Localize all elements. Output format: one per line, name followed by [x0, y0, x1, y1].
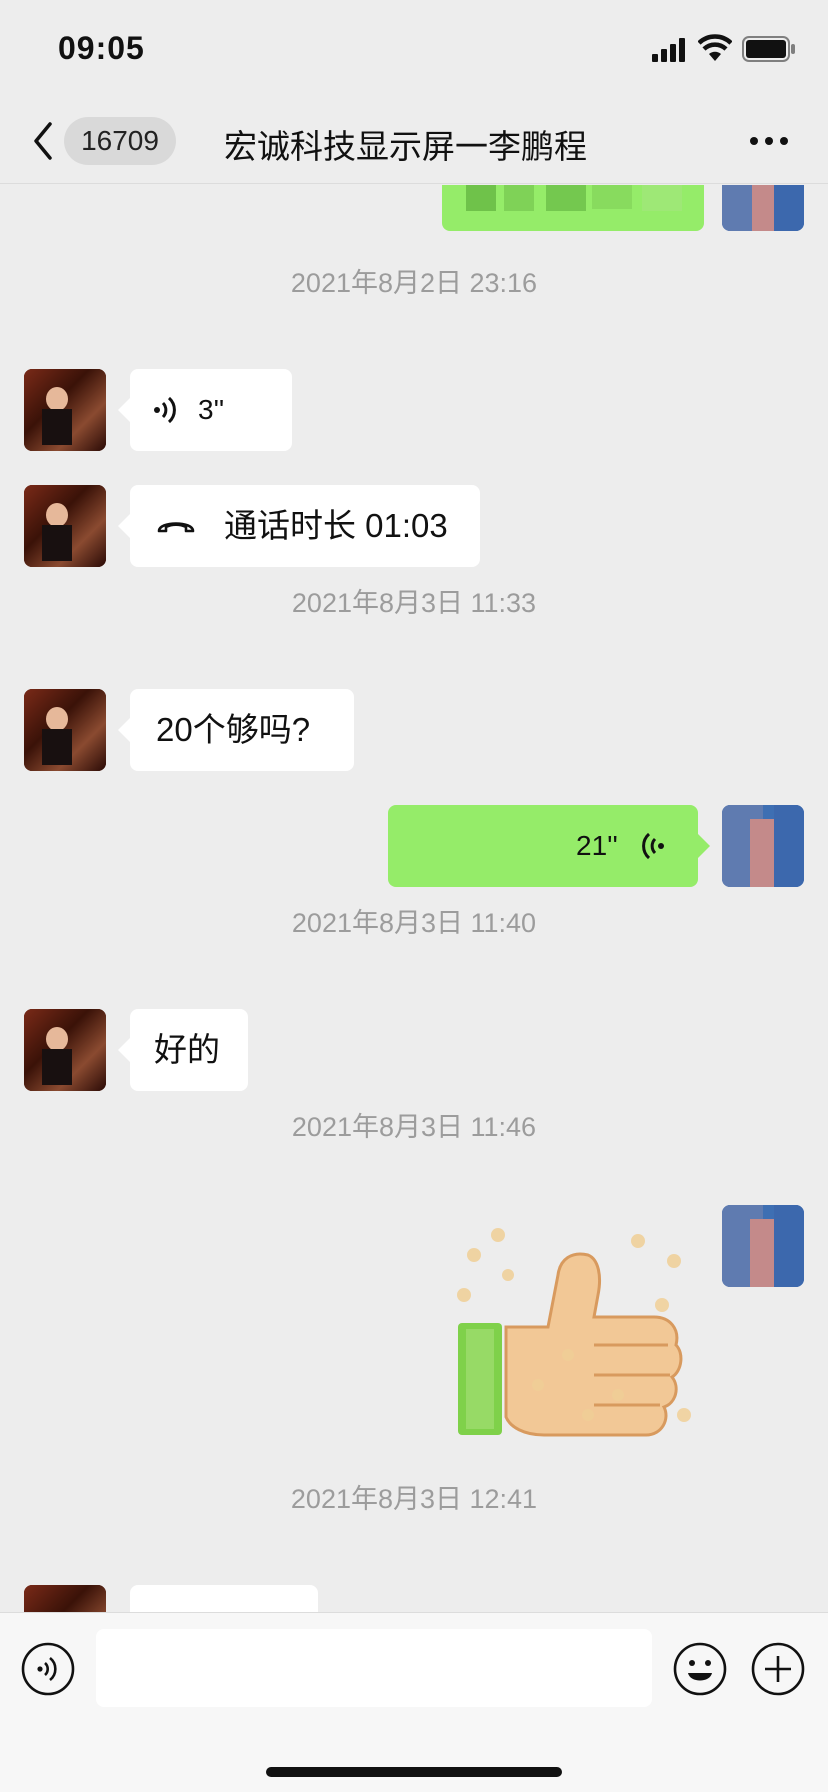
status-time: 09:05: [58, 30, 145, 66]
voice-wave-icon: [154, 396, 176, 424]
peer-avatar[interactable]: [24, 1585, 106, 1612]
thumbs-up-sticker[interactable]: [448, 1205, 708, 1455]
status-bar: 09:05: [0, 0, 828, 100]
back-chevron-icon[interactable]: [28, 118, 58, 164]
text-message[interactable]: 20个够吗?: [118, 689, 354, 771]
obscured-outgoing-message[interactable]: [442, 185, 704, 231]
chat-header: 16709 宏诚科技显示屏一李鹏程: [0, 100, 828, 184]
battery-icon: [742, 36, 795, 62]
input-bar: [0, 1612, 828, 1792]
self-avatar[interactable]: [722, 1205, 804, 1287]
emoji-icon[interactable]: [672, 1641, 728, 1697]
cellular-signal-icon: [652, 38, 685, 62]
unread-count-badge[interactable]: 16709: [64, 117, 176, 165]
wifi-icon: [698, 34, 732, 61]
voice-duration: 21'': [576, 830, 618, 861]
voice-duration: 3'': [198, 394, 225, 425]
phone-hangup-icon: [157, 522, 195, 533]
timestamp: 2021年8月3日 11:40: [291, 908, 537, 938]
timestamp: 2021年8月3日 12:41: [290, 1484, 538, 1514]
voice-message[interactable]: 21'': [388, 805, 710, 887]
more-options-icon[interactable]: [748, 128, 790, 154]
voice-input-toggle-icon[interactable]: [20, 1641, 76, 1697]
message-list[interactable]: 2021年8月2日 23:16 3'' 通话时长 01:03 2021年8月3日…: [0, 185, 828, 1612]
timestamp: 2021年8月3日 11:46: [291, 1112, 537, 1142]
timestamp: 2021年8月3日 11:33: [291, 588, 537, 618]
call-duration-text: 通话时长 01:03: [224, 507, 448, 544]
peer-avatar[interactable]: [24, 1009, 106, 1091]
chat-title: 宏诚科技显示屏一李鹏程: [224, 128, 587, 165]
call-record-message[interactable]: 通话时长 01:03: [118, 485, 480, 567]
peer-avatar[interactable]: [24, 485, 106, 567]
peer-avatar[interactable]: [24, 369, 106, 451]
message-text: 好的: [154, 1031, 220, 1068]
voice-wave-icon: [642, 832, 664, 860]
text-message[interactable]: 好的: [118, 1009, 248, 1091]
message-input[interactable]: [96, 1629, 652, 1707]
home-indicator: [266, 1767, 562, 1777]
self-avatar[interactable]: [722, 805, 804, 887]
thumbs-up-icon: [457, 1228, 691, 1437]
self-avatar[interactable]: [722, 185, 804, 231]
message-text: 20个够吗?: [156, 711, 311, 748]
voice-message[interactable]: 3'': [118, 369, 292, 451]
peer-avatar[interactable]: [24, 689, 106, 771]
add-more-icon[interactable]: [750, 1641, 806, 1697]
text-message[interactable]: [130, 1585, 318, 1612]
timestamp: 2021年8月2日 23:16: [290, 268, 538, 298]
